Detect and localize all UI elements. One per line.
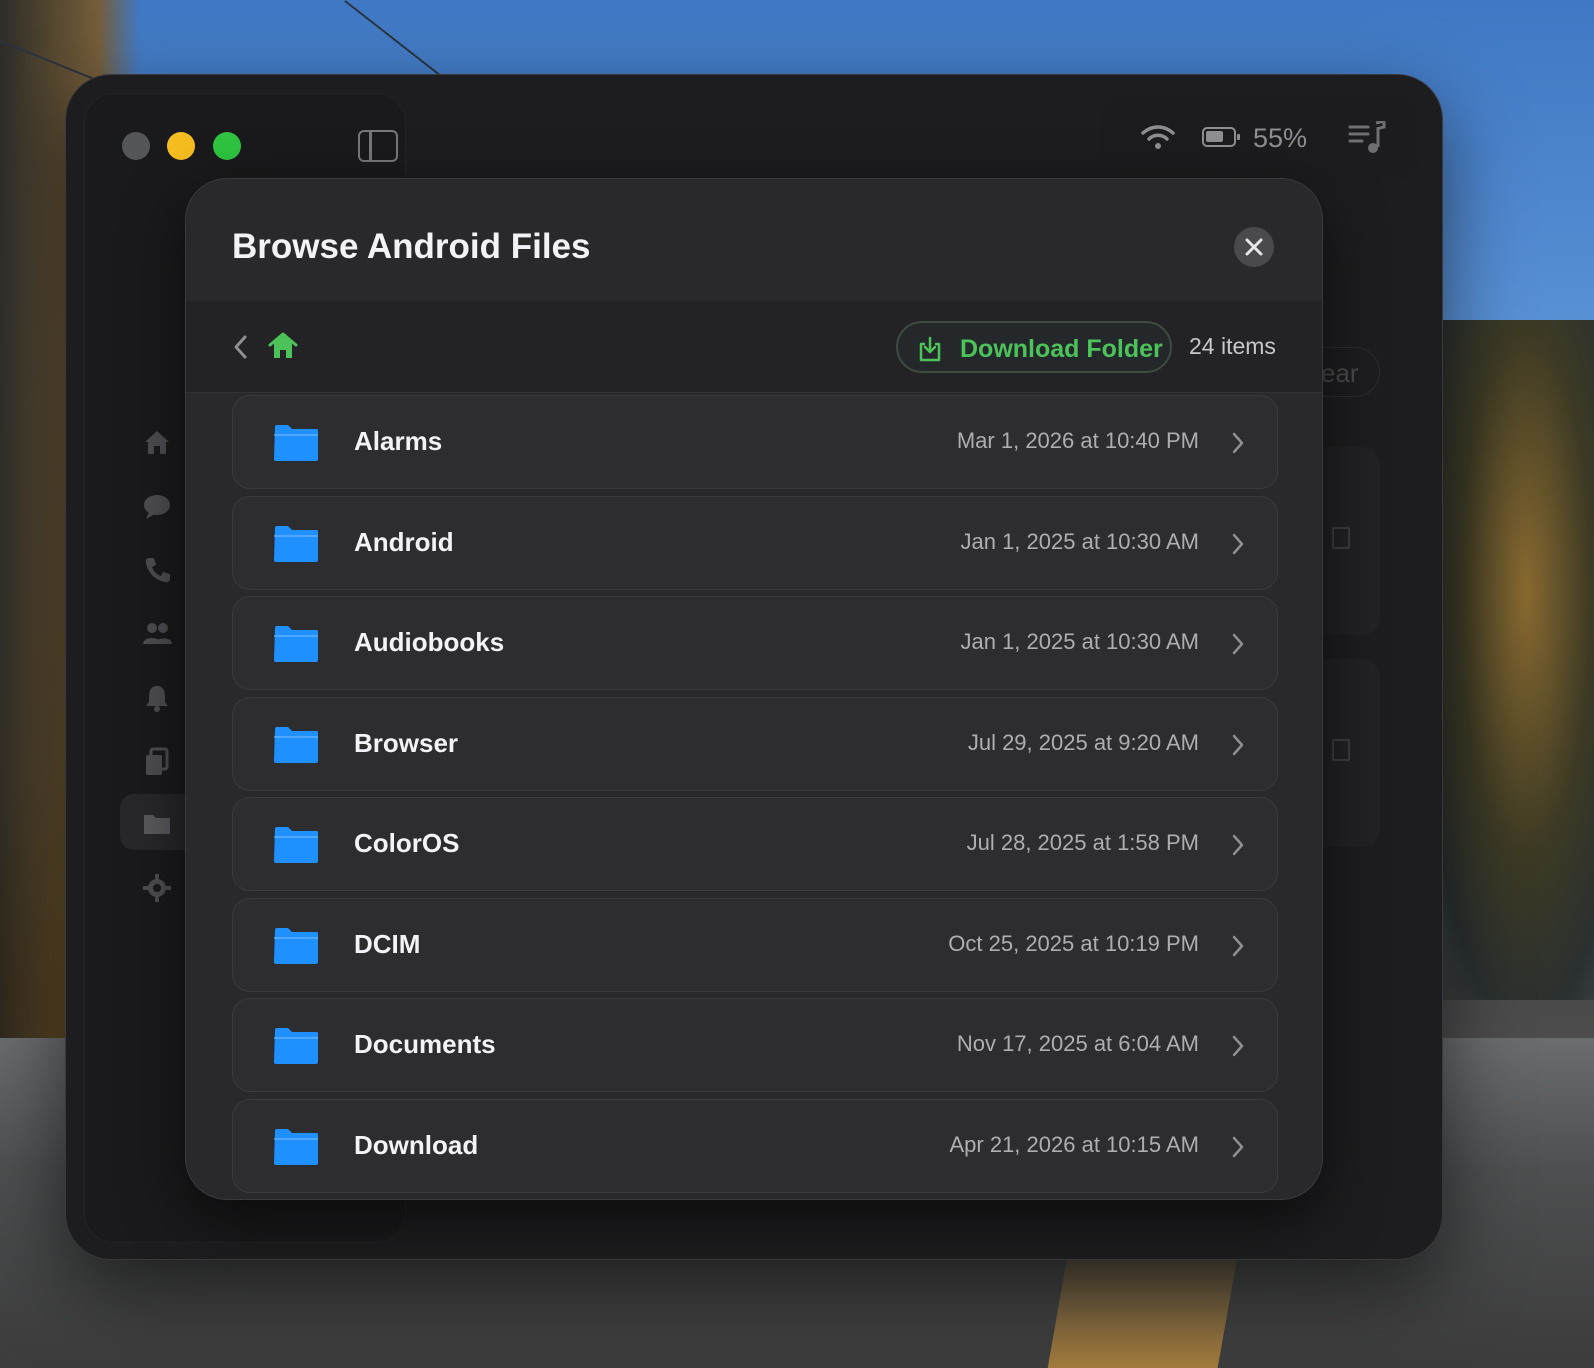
window-close-button[interactable] — [122, 132, 150, 160]
file-date: Oct 25, 2025 at 10:19 PM — [948, 930, 1199, 956]
file-name: Browser — [354, 727, 459, 758]
file-row-android[interactable]: Android Jan 1, 2025 at 10:30 AM — [232, 495, 1278, 590]
download-folder-label: Download Folder — [960, 335, 1163, 363]
battery-percent: 55% — [1253, 123, 1308, 153]
trash-icon — [1332, 527, 1350, 549]
gear-icon — [143, 874, 171, 902]
folder-icon — [274, 1128, 318, 1165]
window-maximize-button[interactable] — [213, 132, 241, 160]
file-row-dcim[interactable]: DCIM Oct 25, 2025 at 10:19 PM — [232, 897, 1278, 992]
chevron-right-icon — [1232, 533, 1244, 554]
status-bar: 55% — [1100, 93, 1422, 183]
file-toolbar: Download Folder 24 items — [186, 301, 1322, 393]
message-icon — [144, 495, 170, 519]
folder-icon — [144, 815, 170, 834]
close-icon — [1245, 238, 1263, 256]
folder-icon — [274, 1028, 318, 1064]
background-wire — [344, 0, 441, 76]
download-folder-button[interactable]: Download Folder — [896, 321, 1172, 373]
file-date: Jan 1, 2025 at 10:30 AM — [960, 528, 1199, 554]
chevron-right-icon — [1232, 1035, 1244, 1057]
chevron-right-icon — [1232, 633, 1244, 655]
chevron-right-icon — [1232, 1136, 1244, 1157]
file-row-download[interactable]: Download Apr 21, 2026 at 10:15 AM — [232, 1098, 1278, 1193]
file-row-alarms[interactable]: Alarms Mar 1, 2026 at 10:40 PM — [232, 395, 1278, 489]
dialog-title: Browse Android Files — [232, 227, 591, 266]
items-count: 24 items — [1189, 333, 1276, 359]
folder-icon — [274, 525, 318, 562]
home-icon — [145, 431, 169, 454]
folder-icon — [274, 726, 318, 763]
file-date: Mar 1, 2026 at 10:40 PM — [956, 428, 1199, 453]
contacts-icon — [143, 623, 172, 644]
bell-icon — [146, 686, 168, 712]
back-chevron-icon[interactable] — [230, 333, 252, 361]
trash-icon — [1332, 739, 1350, 761]
chevron-right-icon — [1232, 834, 1244, 856]
folder-icon — [274, 827, 318, 863]
chevron-right-icon — [1232, 734, 1244, 755]
file-row-coloros[interactable]: ColorOS Jul 28, 2025 at 1:58 PM — [232, 797, 1278, 891]
file-date: Jan 1, 2025 at 10:30 AM — [960, 629, 1199, 654]
file-row-documents[interactable]: Documents Nov 17, 2025 at 6:04 AM — [232, 998, 1278, 1092]
file-date: Jul 29, 2025 at 9:20 AM — [967, 729, 1199, 755]
home-icon[interactable] — [268, 331, 298, 361]
music-queue-icon[interactable] — [1348, 121, 1386, 155]
file-date: Apr 21, 2026 at 10:15 AM — [949, 1131, 1199, 1157]
file-date: Nov 17, 2025 at 6:04 AM — [956, 1031, 1199, 1056]
file-name: Android — [354, 526, 454, 557]
file-name: Documents — [354, 1029, 496, 1059]
file-date: Jul 28, 2025 at 1:58 PM — [966, 830, 1199, 855]
file-name: Audiobooks — [354, 627, 505, 657]
download-icon — [919, 336, 941, 362]
dialog-header: Browse Android Files — [186, 179, 1322, 301]
window-minimize-button[interactable] — [167, 132, 195, 160]
battery-icon — [1202, 127, 1240, 147]
file-name: DCIM — [354, 928, 421, 959]
file-name: ColorOS — [354, 828, 460, 858]
chevron-right-icon — [1232, 432, 1244, 454]
file-name: Alarms — [354, 426, 443, 456]
folder-icon — [274, 425, 318, 461]
file-row-browser[interactable]: Browser Jul 29, 2025 at 9:20 AM — [232, 696, 1278, 791]
wifi-icon — [1141, 125, 1175, 149]
folder-icon — [274, 927, 318, 964]
chevron-right-icon — [1232, 935, 1244, 956]
close-dialog-button[interactable] — [1234, 227, 1274, 267]
clipboard-icon — [146, 747, 169, 775]
sidebar-toggle-icon[interactable] — [358, 130, 398, 162]
file-list: Alarms Mar 1, 2026 at 10:40 PM Android J… — [232, 395, 1278, 1199]
background-trees-right — [1424, 320, 1594, 1000]
file-row-audiobooks[interactable]: Audiobooks Jan 1, 2025 at 10:30 AM — [232, 596, 1278, 690]
file-name: Download — [354, 1129, 479, 1160]
folder-icon — [274, 626, 318, 662]
browse-files-dialog: Browse Android Files Download Folder 24 … — [185, 178, 1323, 1200]
phone-icon — [145, 558, 170, 583]
